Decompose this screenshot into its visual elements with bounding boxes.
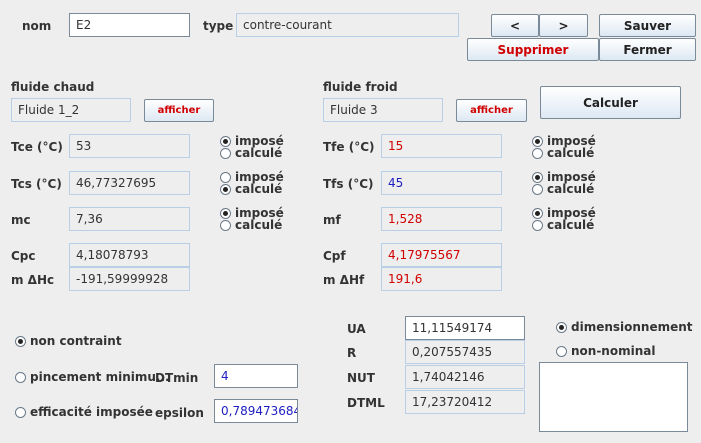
close-button[interactable]: Fermer	[599, 38, 696, 61]
radio-selected-icon	[220, 183, 231, 195]
pinch-radio[interactable]: pincement minimu...	[15, 370, 170, 384]
radio-selected-icon	[15, 335, 26, 347]
nom-input[interactable]: E2	[69, 13, 190, 37]
dtml-field: 17,23720412	[405, 390, 525, 414]
radio-selected-icon	[532, 135, 543, 147]
ua-label: UA	[347, 322, 366, 336]
radio-unselected-icon	[220, 219, 231, 231]
next-button[interactable]: >	[539, 14, 588, 37]
cold-cp-label: Cpf	[323, 249, 346, 263]
hot-cp-label: Cpc	[11, 249, 36, 263]
cold-tout-field[interactable]: 45	[381, 171, 502, 195]
radio-selected-icon	[556, 321, 567, 333]
cold-fluid-title: fluide froid	[323, 80, 398, 94]
compute-button[interactable]: Calculer	[540, 86, 681, 119]
cold-cp-field: 4,17975567	[381, 243, 502, 267]
radio-unselected-icon	[532, 219, 543, 231]
hot-dh-field: -191,59999928	[69, 267, 190, 291]
hot-tin-computed-radio[interactable]: calculé	[220, 147, 284, 159]
hot-dh-label: m ΔHc	[11, 273, 55, 287]
r-label: R	[347, 346, 357, 360]
epsilon-input[interactable]: 0,789473684	[214, 399, 298, 423]
radio-unselected-icon	[532, 183, 543, 195]
radio-unselected-icon	[15, 371, 26, 383]
previous-button[interactable]: <	[491, 14, 539, 37]
hot-m-computed-radio[interactable]: calculé	[220, 219, 284, 231]
cold-tout-label: Tfs (°C)	[323, 177, 374, 191]
cold-tin-label: Tfe (°C)	[323, 140, 375, 154]
hot-fluid-field[interactable]: Fluide 1_2	[11, 98, 131, 122]
hot-tout-field[interactable]: 46,77327695	[69, 171, 190, 195]
hot-m-field[interactable]: 7,36	[69, 207, 190, 231]
radio-selected-icon	[220, 207, 231, 219]
radio-selected-icon	[532, 171, 543, 183]
hot-cp-field: 4,18078793	[69, 243, 190, 267]
nom-label: nom	[22, 19, 52, 33]
cold-m-label: mf	[323, 213, 341, 227]
hot-m-label: mc	[11, 213, 31, 227]
radio-unselected-icon	[15, 406, 26, 418]
save-button[interactable]: Sauver	[599, 14, 696, 37]
type-field[interactable]: contre-courant	[236, 13, 459, 37]
cold-tin-computed-radio[interactable]: calculé	[532, 147, 596, 159]
cold-dh-field: 191,6	[381, 267, 502, 291]
hot-tin-label: Tce (°C)	[11, 140, 63, 154]
cold-fluid-field[interactable]: Fluide 3	[323, 98, 443, 122]
radio-selected-icon	[220, 135, 231, 147]
nut-label: NUT	[347, 371, 375, 385]
dtmin-label: DTmin	[155, 371, 199, 385]
cold-dh-label: m ΔHf	[323, 273, 365, 287]
r-field: 0,207557435	[405, 340, 525, 364]
message-area[interactable]	[539, 362, 688, 432]
cold-m-field[interactable]: 1,528	[381, 207, 502, 231]
hot-show-button[interactable]: afficher	[144, 99, 214, 122]
cold-tout-computed-radio[interactable]: calculé	[532, 183, 596, 195]
sizing-radio[interactable]: dimensionnement	[556, 320, 693, 334]
hot-tout-label: Tcs (°C)	[11, 177, 62, 191]
radio-unselected-icon	[532, 147, 543, 159]
type-label: type	[203, 19, 234, 33]
radio-unselected-icon	[556, 345, 567, 357]
radio-selected-icon	[532, 207, 543, 219]
hot-tin-field[interactable]: 53	[69, 134, 190, 158]
delete-button[interactable]: Supprimer	[467, 38, 599, 61]
dtml-label: DTML	[347, 396, 385, 410]
dtmin-input[interactable]: 4	[214, 364, 298, 388]
efficiency-radio[interactable]: efficacité imposée	[15, 405, 153, 419]
ua-input[interactable]: 11,11549174	[405, 316, 525, 340]
cold-show-button[interactable]: afficher	[456, 99, 527, 122]
offdesign-radio[interactable]: non-nominal	[556, 344, 655, 358]
cold-tin-field[interactable]: 15	[381, 134, 502, 158]
radio-unselected-icon	[220, 171, 231, 183]
radio-unselected-icon	[220, 147, 231, 159]
unconstrained-radio[interactable]: non contraint	[15, 334, 122, 348]
hot-tout-computed-radio[interactable]: calculé	[220, 183, 284, 195]
hot-fluid-title: fluide chaud	[11, 80, 95, 94]
nut-field: 1,74042146	[405, 365, 525, 389]
cold-m-computed-radio[interactable]: calculé	[532, 219, 596, 231]
epsilon-label: epsilon	[155, 406, 204, 420]
